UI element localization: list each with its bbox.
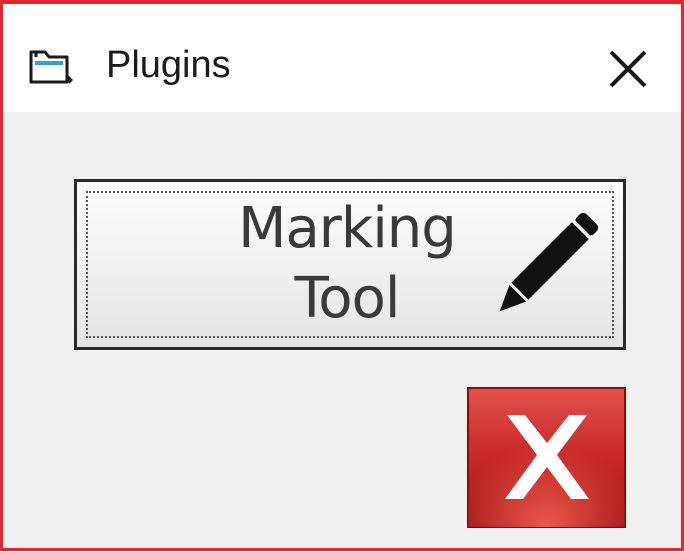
title-bar[interactable]: Plugins	[3, 4, 681, 112]
marking-tool-label: Marking Tool	[172, 194, 522, 334]
marking-tool-button[interactable]: Marking Tool	[74, 179, 626, 350]
marking-tool-label-line1: Marking	[238, 196, 457, 261]
plugins-window: Plugins Marking Tool	[0, 0, 684, 551]
folder-plugin-icon	[29, 50, 73, 84]
cancel-button[interactable]	[467, 387, 626, 528]
marking-tool-label-line2: Tool	[294, 266, 401, 331]
pencil-icon	[499, 212, 599, 312]
close-icon[interactable]	[597, 38, 657, 98]
window-title: Plugins	[106, 44, 231, 86]
